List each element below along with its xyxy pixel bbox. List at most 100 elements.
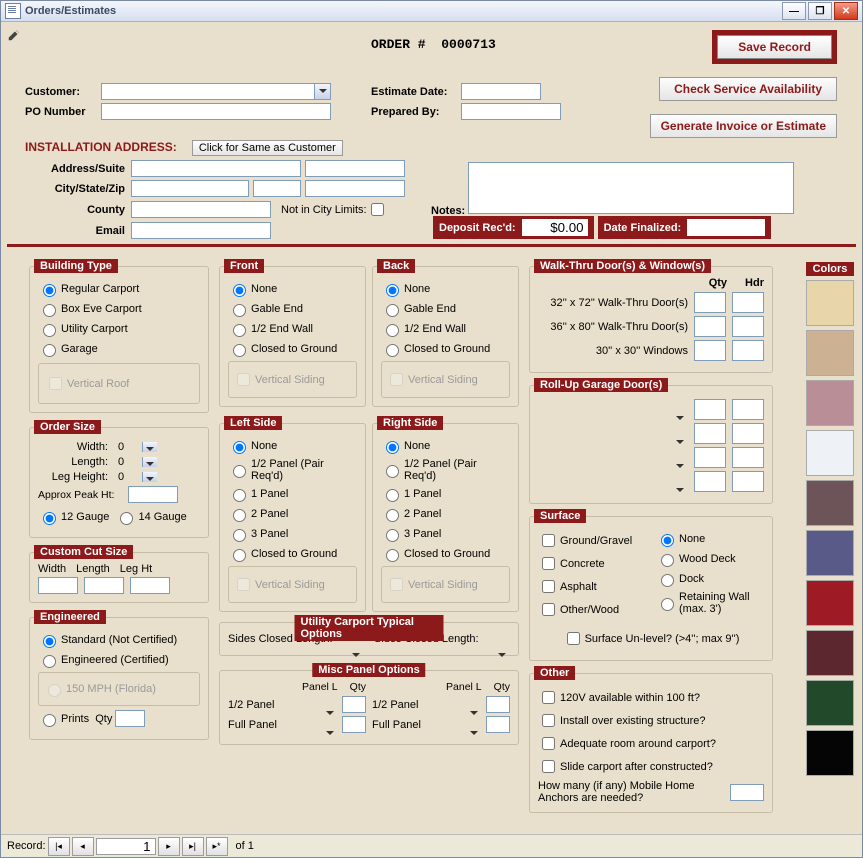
length-combo[interactable]: 0 xyxy=(114,456,158,468)
wt1-qty[interactable] xyxy=(694,292,726,313)
color-swatch-4[interactable] xyxy=(806,480,854,526)
cc-leg-input[interactable] xyxy=(130,577,170,594)
mp-full-l-qty[interactable] xyxy=(342,716,366,733)
save-record-button[interactable]: Save Record xyxy=(717,35,832,59)
back-half-radio[interactable] xyxy=(386,324,399,337)
standard-radio[interactable] xyxy=(43,635,56,648)
color-swatch-5[interactable] xyxy=(806,530,854,576)
maximize-button[interactable]: ❐ xyxy=(808,2,832,20)
ru3-a[interactable] xyxy=(694,447,726,468)
regular-carport-radio[interactable] xyxy=(43,284,56,297)
utility-carport-radio[interactable] xyxy=(43,324,56,337)
estimate-date-input[interactable] xyxy=(461,83,541,100)
not-city-checkbox[interactable] xyxy=(371,203,384,216)
wt2-hdr[interactable] xyxy=(732,316,764,337)
ru2-a[interactable] xyxy=(694,423,726,444)
nav-first-button[interactable]: |◂ xyxy=(48,837,70,856)
check-service-button[interactable]: Check Service Availability xyxy=(659,77,837,101)
back-closed-radio[interactable] xyxy=(386,344,399,357)
color-swatch-7[interactable] xyxy=(806,630,854,676)
gauge-14-radio[interactable] xyxy=(120,512,133,525)
record-position-input[interactable] xyxy=(96,838,156,855)
deposit-input[interactable] xyxy=(522,219,588,236)
color-swatch-1[interactable] xyxy=(806,330,854,376)
date-finalized-input[interactable] xyxy=(687,219,765,236)
minimize-button[interactable]: — xyxy=(782,2,806,20)
front-gable-radio[interactable] xyxy=(233,304,246,317)
left-1p-radio[interactable] xyxy=(233,489,246,502)
color-swatch-6[interactable] xyxy=(806,580,854,626)
wt3-hdr[interactable] xyxy=(732,340,764,361)
garage-radio[interactable] xyxy=(43,344,56,357)
suite-input[interactable] xyxy=(305,160,405,177)
address-input[interactable] xyxy=(131,160,301,177)
chevron-down-icon[interactable] xyxy=(142,442,157,452)
nav-next-button[interactable]: ▸ xyxy=(158,837,180,856)
ru4-b[interactable] xyxy=(732,471,764,492)
oth-room-check[interactable] xyxy=(542,737,555,750)
right-3p-radio[interactable] xyxy=(386,529,399,542)
generate-invoice-button[interactable]: Generate Invoice or Estimate xyxy=(650,114,837,138)
sf-wood-radio[interactable] xyxy=(661,554,674,567)
color-swatch-9[interactable] xyxy=(806,730,854,776)
sf-retwall-radio[interactable] xyxy=(661,598,674,611)
back-none-radio[interactable] xyxy=(386,284,399,297)
state-input[interactable] xyxy=(253,180,301,197)
ru2-b[interactable] xyxy=(732,423,764,444)
mp-full-r-qty[interactable] xyxy=(486,716,510,733)
left-none-radio[interactable] xyxy=(233,441,246,454)
ru1-b[interactable] xyxy=(732,399,764,420)
chevron-down-icon[interactable] xyxy=(314,84,330,99)
ru4-a[interactable] xyxy=(694,471,726,492)
front-closed-radio[interactable] xyxy=(233,344,246,357)
sf-other-check[interactable] xyxy=(542,603,555,616)
sf-unlevel-check[interactable] xyxy=(567,632,580,645)
sf-none-radio[interactable] xyxy=(661,534,674,547)
oth-120v-check[interactable] xyxy=(542,691,555,704)
nav-prev-button[interactable]: ◂ xyxy=(72,837,94,856)
prints-qty-input[interactable] xyxy=(115,710,145,727)
right-half-radio[interactable] xyxy=(386,465,399,478)
customer-combo[interactable] xyxy=(101,83,331,100)
wt1-hdr[interactable] xyxy=(732,292,764,313)
oth-slide-check[interactable] xyxy=(542,760,555,773)
notes-textarea[interactable] xyxy=(468,162,794,214)
customer-input[interactable] xyxy=(101,83,331,100)
left-closed-radio[interactable] xyxy=(233,549,246,562)
sf-asphalt-check[interactable] xyxy=(542,580,555,593)
width-combo[interactable]: 0 xyxy=(114,441,158,453)
color-swatch-0[interactable] xyxy=(806,280,854,326)
close-button[interactable]: ✕ xyxy=(834,2,858,20)
chevron-down-icon[interactable] xyxy=(142,457,157,467)
color-swatch-8[interactable] xyxy=(806,680,854,726)
right-1p-radio[interactable] xyxy=(386,489,399,502)
city-input[interactable] xyxy=(131,180,249,197)
ru1-a[interactable] xyxy=(694,399,726,420)
county-input[interactable] xyxy=(131,201,271,218)
front-half-radio[interactable] xyxy=(233,324,246,337)
prepared-by-input[interactable] xyxy=(461,103,561,120)
box-eve-radio[interactable] xyxy=(43,304,56,317)
chevron-down-icon[interactable] xyxy=(142,472,157,482)
color-swatch-2[interactable] xyxy=(806,380,854,426)
oth-existing-check[interactable] xyxy=(542,714,555,727)
left-half-radio[interactable] xyxy=(233,465,246,478)
email-input[interactable] xyxy=(131,222,271,239)
prints-radio[interactable] xyxy=(43,714,56,727)
nav-last-button[interactable]: ▸| xyxy=(182,837,204,856)
wt2-qty[interactable] xyxy=(694,316,726,337)
same-as-customer-button[interactable]: Click for Same as Customer xyxy=(192,140,343,156)
left-2p-radio[interactable] xyxy=(233,509,246,522)
right-closed-radio[interactable] xyxy=(386,549,399,562)
sf-dock-radio[interactable] xyxy=(661,574,674,587)
front-none-radio[interactable] xyxy=(233,284,246,297)
wt3-qty[interactable] xyxy=(694,340,726,361)
left-3p-radio[interactable] xyxy=(233,529,246,542)
right-2p-radio[interactable] xyxy=(386,509,399,522)
nav-new-button[interactable]: ▸* xyxy=(206,837,228,856)
gauge-12-radio[interactable] xyxy=(43,512,56,525)
sf-ground-check[interactable] xyxy=(542,534,555,547)
po-input[interactable] xyxy=(101,103,331,120)
sf-concrete-check[interactable] xyxy=(542,557,555,570)
mp-half-l-qty[interactable] xyxy=(342,696,366,713)
